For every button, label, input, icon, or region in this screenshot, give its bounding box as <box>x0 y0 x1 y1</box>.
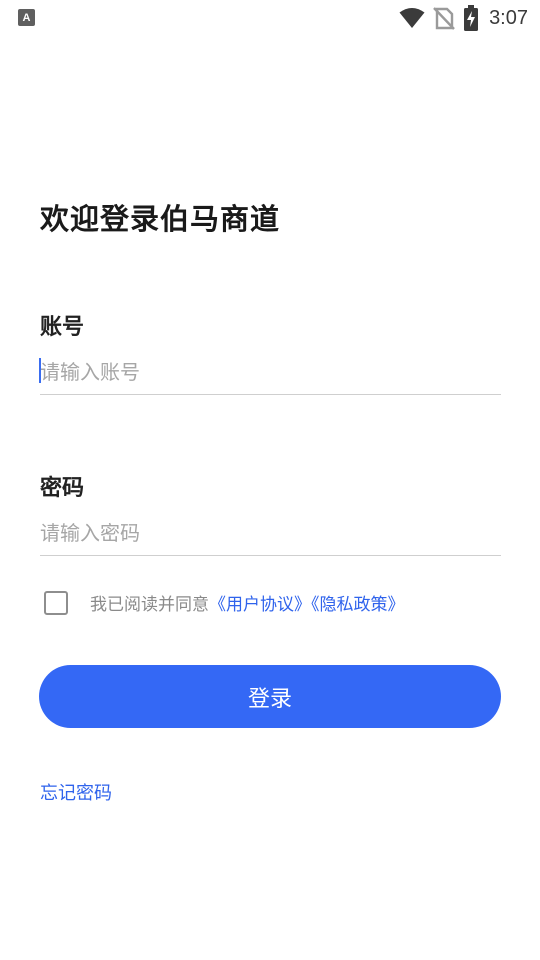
account-input[interactable] <box>40 350 501 395</box>
app-notification-icon: A <box>18 9 35 26</box>
wifi-icon <box>399 8 425 28</box>
user-agreement-link[interactable]: 《用户协议》 <box>209 595 311 615</box>
account-label: 账号 <box>40 315 85 340</box>
status-bar: A 3:07 <box>0 0 540 36</box>
no-sim-icon <box>433 7 455 30</box>
forgot-password-link[interactable]: 忘记密码 <box>40 779 112 805</box>
text-cursor <box>39 358 41 383</box>
password-label: 密码 <box>40 476 85 501</box>
agreement-prefix: 我已阅读并同意 <box>90 595 209 615</box>
page-title: 欢迎登录伯马商道 <box>40 202 281 236</box>
agreement-text: 我已阅读并同意《用户协议》《隐私政策》 <box>90 590 405 615</box>
password-input[interactable] <box>40 511 501 556</box>
agreement-checkbox[interactable] <box>44 590 68 615</box>
privacy-policy-link[interactable]: 《隐私政策》 <box>311 595 405 615</box>
agreement-row: 我已阅读并同意《用户协议》《隐私政策》 <box>44 590 405 615</box>
status-icons: 3:07 <box>399 5 528 31</box>
login-button[interactable]: 登录 <box>39 665 501 728</box>
battery-charging-icon <box>464 5 479 31</box>
clock: 3:07 <box>489 6 528 29</box>
